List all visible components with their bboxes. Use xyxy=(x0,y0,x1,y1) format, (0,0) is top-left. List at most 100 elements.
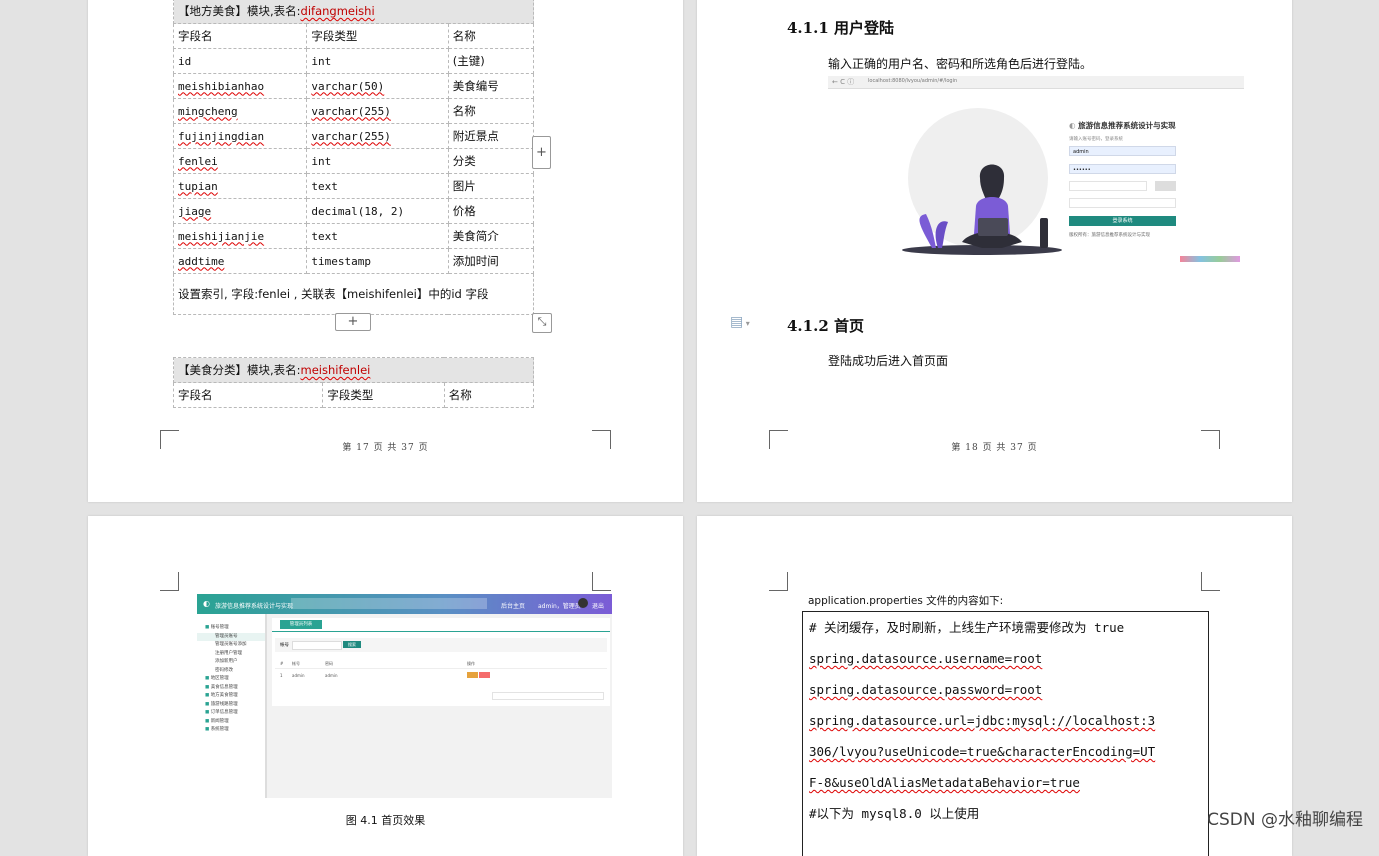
role-select[interactable] xyxy=(1069,198,1176,208)
figure-caption: 图 4.1 首页效果 xyxy=(345,814,426,827)
page-17: 【地方美食】模块,表名:difangmeishi 字段名 字段类型 名称 id i… xyxy=(88,0,683,502)
paragraph: 登陆成功后进入首页面 xyxy=(828,354,949,368)
sidebar-item[interactable]: ■ 旅游线路管理 xyxy=(197,701,265,710)
login-title: ◐ 旅游信息推荐系统设计与实现 xyxy=(1069,121,1176,130)
person-laptop-illustration xyxy=(902,164,1062,255)
captcha-input[interactable] xyxy=(1069,181,1147,191)
field-name-cell: tupian xyxy=(172,173,308,199)
code-line: 306/lvyou?useUnicode=true&characterEncod… xyxy=(809,744,1156,759)
margin-corner xyxy=(592,572,611,591)
page-18: 4.1.1 用户登陆 输入正确的用户名、密码和所选角色后进行登陆。 ← C ⓘ … xyxy=(697,0,1292,502)
sidebar-item[interactable]: ■ 地方美食管理 xyxy=(197,692,265,701)
page-19: ◐ 旅游信息推荐系统设计与实现 后台主页 admin，管理员 退出 ■ 账号管理… xyxy=(88,516,683,856)
table-caption: 【美食分类】模块,表名:meishifenlei xyxy=(173,357,534,383)
sidebar-item[interactable]: 密码修改 xyxy=(197,667,265,676)
table-row: mingcheng varchar(255) 名称 xyxy=(172,98,535,124)
tab-underline xyxy=(272,631,610,632)
edit-button[interactable] xyxy=(467,672,478,678)
main-card: 管理员列表 帐号 搜索 # 帐号 密码 操作 1 admin admin xyxy=(272,618,610,706)
browser-bar: ← C ⓘ localhost:8080/lvyou/admin/#/login xyxy=(828,76,1244,89)
field-label-cell: 美食编号 xyxy=(447,73,535,99)
sidebar-item[interactable]: 管理员账号 xyxy=(197,632,265,641)
search-input[interactable] xyxy=(292,641,342,650)
tab-admin-list[interactable]: 管理员列表 xyxy=(280,620,322,629)
field-type-cell: varchar(255) xyxy=(306,123,449,149)
section-heading-4-1-1: 4.1.1 用户登陆 xyxy=(787,19,894,37)
table-row: jiage decimal(18, 2) 价格 xyxy=(172,198,535,224)
table-header-row: 字段名 字段类型 名称 xyxy=(172,23,535,49)
field-label-cell: 附近景点 xyxy=(447,123,535,149)
field-label-cell: 添加时间 xyxy=(447,248,535,274)
login-screenshot: ← C ⓘ localhost:8080/lvyou/admin/#/login… xyxy=(828,76,1244,290)
search-bar: 帐号 搜索 xyxy=(275,638,607,652)
paste-options-icon[interactable]: ▤ ▾ xyxy=(730,314,750,330)
add-row-button[interactable]: + xyxy=(335,313,371,331)
code-line: spring.datasource.password=root xyxy=(809,682,1043,697)
password-input[interactable]: •••••• xyxy=(1069,164,1176,174)
index-note-row: 设置索引, 字段:fenlei , 关联表【meishifenlei】中的id … xyxy=(173,273,534,315)
table-row: meishijianjie text 美食简介 xyxy=(172,223,535,249)
field-type-cell: text xyxy=(306,173,449,199)
table-row: fenlei int 分类 xyxy=(172,148,535,174)
field-type-cell: timestamp xyxy=(306,248,449,274)
table-difangmeishi: 【地方美食】模块,表名:difangmeishi 字段名 字段类型 名称 id i… xyxy=(172,0,535,315)
table-row: id int (主键) xyxy=(172,48,535,74)
table-caption: 【地方美食】模块,表名:difangmeishi xyxy=(173,0,534,24)
field-name-cell: jiage xyxy=(172,198,308,224)
field-name-cell: fenlei xyxy=(172,148,308,174)
table-row: 1 admin admin xyxy=(275,669,607,681)
code-line: # 关闭缓存，及时刷新，上线生产环境需要修改为 true xyxy=(809,620,1125,635)
sidebar: ■ 账号管理 管理员账号 管理员账号添加 注册用户管理 添加新用户 密码修改 ■ 地区管理 ■… xyxy=(197,614,267,798)
margin-corner xyxy=(1201,572,1220,591)
properties-code-box: # 关闭缓存，及时刷新，上线生产环境需要修改为 true spring.data… xyxy=(802,611,1209,856)
field-label-cell: 图片 xyxy=(447,173,535,199)
captcha-image[interactable] xyxy=(1155,181,1176,191)
page-footer: 第 18 页 共 37 页 xyxy=(951,443,1038,453)
code-line: #以下为 mysql8.0 以上使用 xyxy=(809,806,980,821)
sidebar-item[interactable]: ■ 订单信息管理 xyxy=(197,709,265,718)
sidebar-item[interactable]: ■ 地区管理 xyxy=(197,675,265,684)
app-topbar: ◐ 旅游信息推荐系统设计与实现 后台主页 admin，管理员 退出 xyxy=(197,594,612,614)
sidebar-item[interactable]: 添加新用户 xyxy=(197,658,265,667)
sidebar-item[interactable]: 注册用户管理 xyxy=(197,650,265,659)
field-name-cell: fujinjingdian xyxy=(172,123,308,149)
add-column-button[interactable]: + xyxy=(532,136,551,169)
table-row: meishibianhao varchar(50) 美食编号 xyxy=(172,73,535,99)
resize-table-handle[interactable]: ⤡ xyxy=(532,313,552,333)
taskbar-icons xyxy=(1180,256,1240,262)
page-footer: 第 17 页 共 37 页 xyxy=(342,443,429,453)
topbar-bar xyxy=(291,598,487,609)
sidebar-item[interactable]: ■ 系统管理 xyxy=(197,726,265,735)
field-label-cell: 名称 xyxy=(447,98,535,124)
delete-button[interactable] xyxy=(479,672,490,678)
section-heading-4-1-2: 4.1.2 首页 xyxy=(787,317,864,335)
field-name-cell: mingcheng xyxy=(172,98,308,124)
field-label-cell: 美食简介 xyxy=(447,223,535,249)
code-line: F-8&useOldAliasMetadataBehavior=true xyxy=(809,775,1080,790)
margin-corner xyxy=(160,572,179,591)
pagination[interactable] xyxy=(492,692,604,700)
code-intro: application.properties 文件的内容如下: xyxy=(808,595,1004,607)
login-button[interactable]: 登录系统 xyxy=(1069,216,1176,226)
paragraph: 输入正确的用户名、密码和所选角色后进行登陆。 xyxy=(828,57,1093,71)
username-input[interactable]: admin xyxy=(1069,146,1176,156)
margin-corner xyxy=(769,572,788,591)
csdn-watermark: CSDN @水釉聊编程 xyxy=(1207,810,1363,830)
sidebar-item[interactable]: 管理员账号添加 xyxy=(197,641,265,650)
field-type-cell: varchar(255) xyxy=(306,98,449,124)
field-name-cell: meishijianjie xyxy=(172,223,308,249)
home-link[interactable]: 后台主页 xyxy=(501,601,525,610)
logout-link[interactable]: 退出 xyxy=(592,601,604,610)
search-button[interactable]: 搜索 xyxy=(343,641,361,648)
field-label-cell: (主键) xyxy=(447,48,535,74)
sidebar-item[interactable]: ■ 账号管理 xyxy=(197,624,265,633)
table-row: tupian text 图片 xyxy=(172,173,535,199)
admin-table: # 帐号 密码 操作 1 admin admin xyxy=(275,658,607,682)
sidebar-item[interactable]: ■ 新闻管理 xyxy=(197,718,265,727)
code-line: spring.datasource.username=root xyxy=(809,651,1043,666)
field-name-cell: id xyxy=(172,48,308,74)
sidebar-item[interactable]: ■ 美食信息管理 xyxy=(197,684,265,693)
table-header-row: 字段名 字段类型 名称 xyxy=(172,382,535,408)
field-label-cell: 分类 xyxy=(447,148,535,174)
avatar xyxy=(578,598,588,608)
